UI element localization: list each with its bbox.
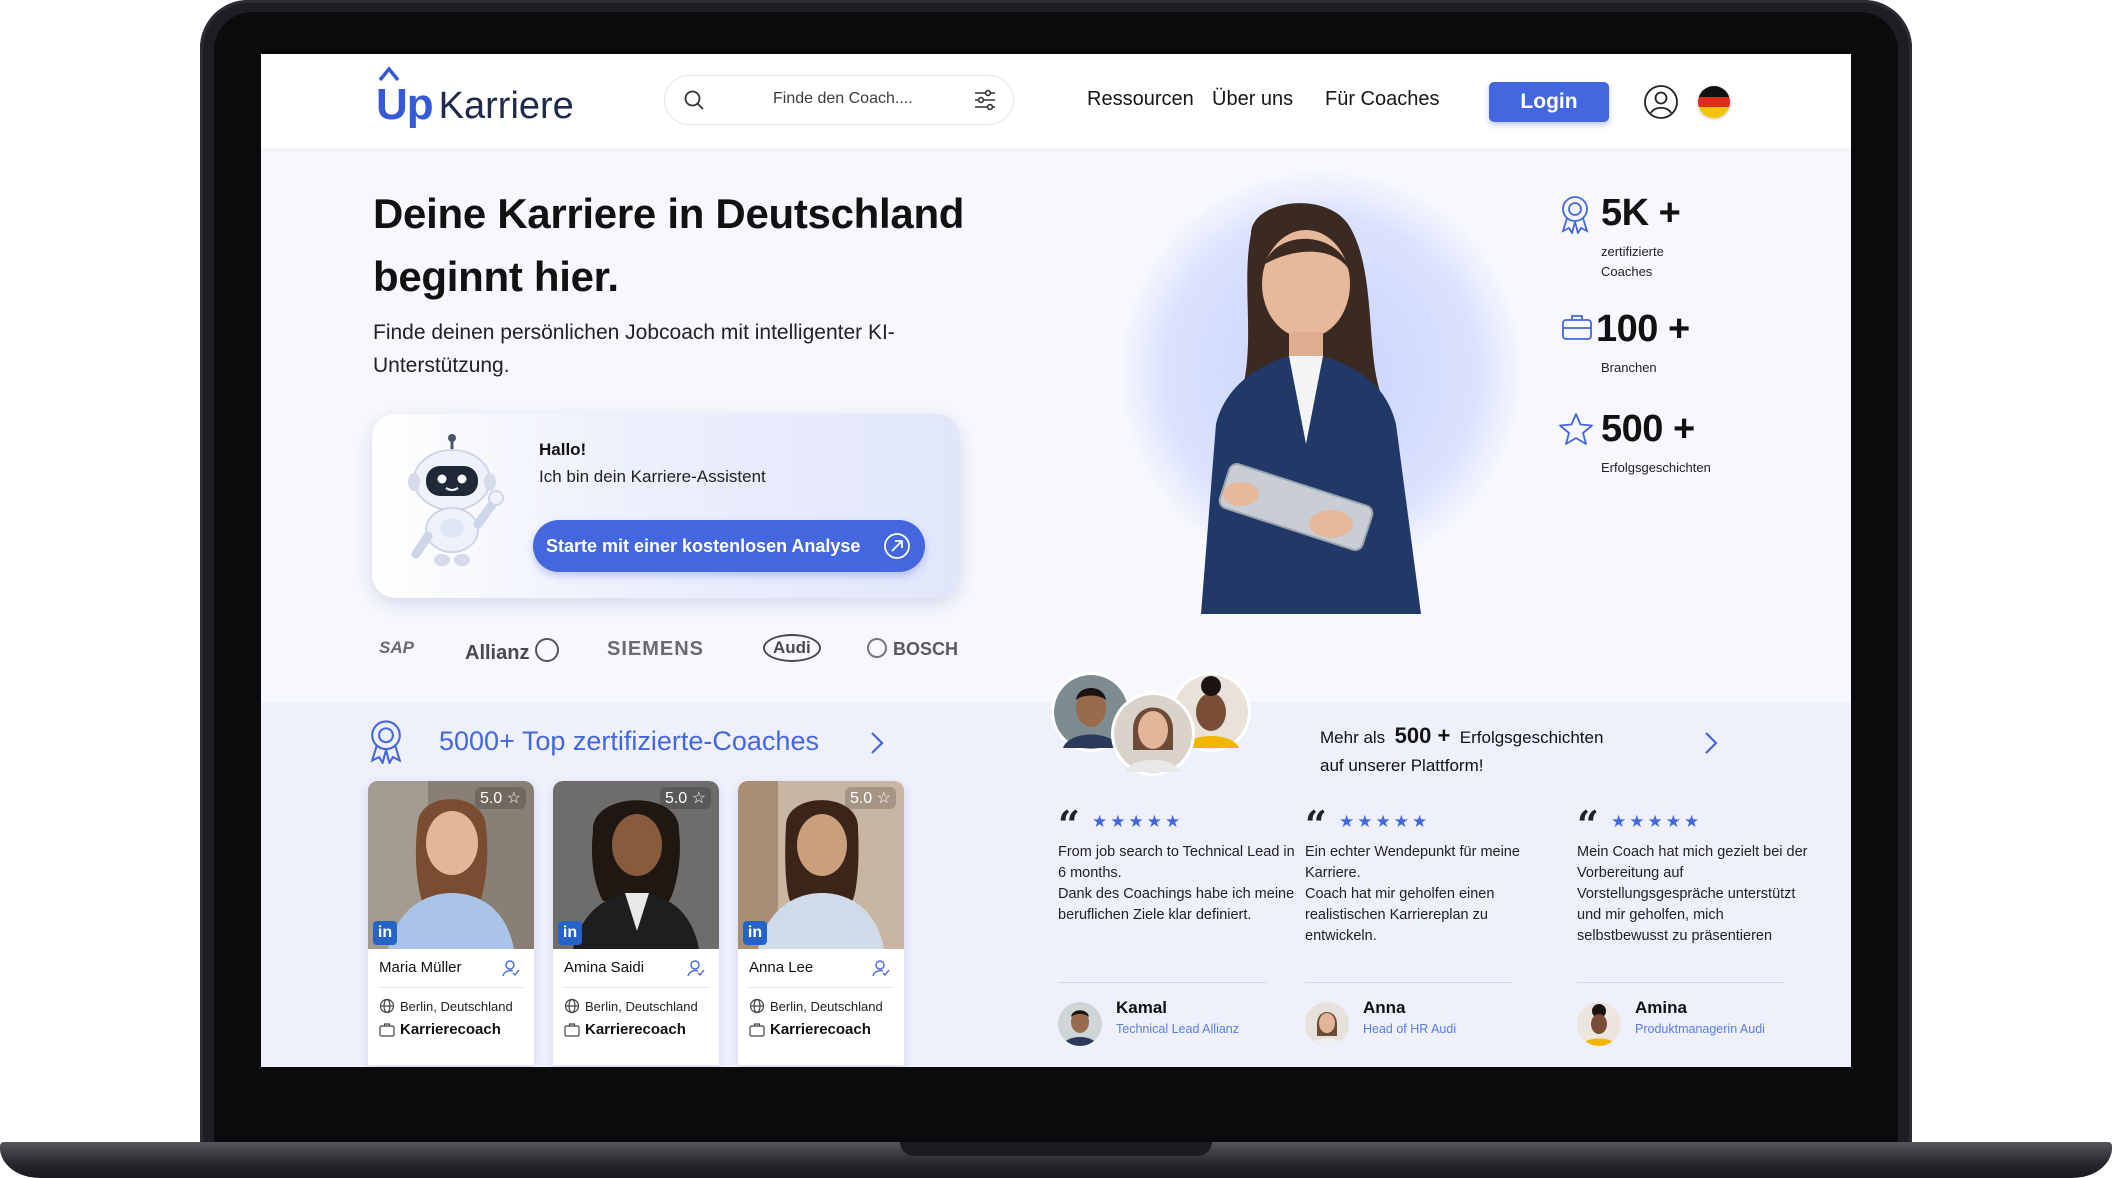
stat-erfolg-value: 500 + — [1601, 408, 1695, 450]
brand-audi-logo: Audi — [763, 634, 821, 662]
globe-icon — [379, 998, 395, 1014]
testimonial-divider — [1058, 982, 1266, 983]
testimonial-divider — [1577, 982, 1785, 983]
robot-assistant-icon — [408, 434, 504, 566]
hero-subtitle: Finde deinen persönlichen Jobcoach mit i… — [373, 321, 895, 377]
brand-allianz-logo: Allianz — [465, 638, 560, 665]
coach-role: Karrierecoach — [585, 1021, 686, 1038]
brand-sap-logo: SAP — [379, 638, 414, 657]
certified-coaches-icon — [370, 720, 402, 764]
coach-name: Anna Lee — [749, 959, 814, 976]
user-account-icon[interactable] — [1643, 84, 1679, 120]
website-screen: Up Karriere Finde den Coach.... Ressourc… — [261, 54, 1851, 1067]
search-icon — [684, 90, 704, 110]
coach-card[interactable]: 5.0 ☆ in Anna Lee Berlin, Deutschland Ka… — [738, 781, 904, 1065]
brand-siemens-logo: SIEMENS — [607, 638, 705, 660]
brand-bosch-logo: BOSCH — [867, 638, 958, 660]
rating-stars: ★★★★★ — [1092, 812, 1184, 831]
stat-coaches-label: zertifizierte Coaches — [1601, 244, 1664, 279]
stat-coaches-value: 5K + — [1601, 192, 1681, 234]
card-divider — [748, 987, 894, 988]
testimonial-divider — [1305, 982, 1513, 983]
assistant-greeting: Hallo! — [539, 440, 587, 459]
profile-check-icon[interactable] — [687, 959, 705, 977]
testimonial-text: From job search to Technical Lead in 6 m… — [1058, 844, 1295, 923]
search-placeholder[interactable]: Finde den Coach.... — [773, 90, 913, 108]
nav-ressourcen[interactable]: Ressourcen — [1087, 88, 1194, 111]
de-flag-icon[interactable] — [1698, 86, 1730, 118]
testimonial-avatar — [1058, 1002, 1102, 1046]
nav-ueber-uns[interactable]: Über uns — [1212, 88, 1293, 111]
rating-badge: 5.0 ☆ — [844, 787, 896, 809]
hero-coach-photo — [1201, 203, 1421, 614]
coaches-section-title[interactable]: 5000+ Top zertifizierte-Coaches — [439, 726, 819, 757]
profile-check-icon[interactable] — [502, 959, 520, 977]
success-avatars — [1051, 672, 1251, 776]
quote-icon: “ — [1577, 802, 1599, 847]
chevron-right-icon[interactable] — [1703, 730, 1719, 756]
stat-branchen-label: Branchen — [1601, 360, 1657, 375]
profile-check-icon[interactable] — [872, 959, 890, 977]
quote-icon: “ — [1305, 802, 1327, 847]
briefcase-icon — [749, 1023, 765, 1037]
stat-branchen-value: 100 + — [1596, 308, 1690, 350]
coach-card[interactable]: 5.0 ☆ in Amina Saidi Berlin, Deutschland… — [553, 781, 719, 1065]
logo-name: Karriere — [438, 85, 574, 127]
card-divider — [378, 987, 524, 988]
coach-card[interactable]: 5.0 ☆ in Maria Müller Berlin, Deutschlan… — [368, 781, 534, 1065]
rating-stars: ★★★★★ — [1339, 812, 1431, 831]
filter-icon[interactable] — [973, 89, 997, 111]
chevron-right-icon[interactable] — [869, 730, 885, 756]
rating-badge: 5.0 ☆ — [659, 787, 711, 809]
testimonial-text: Mein Coach hat mich gezielt bei der Vorb… — [1577, 844, 1808, 944]
testimonial-avatar — [1577, 1002, 1621, 1046]
testimonial-name: Amina — [1635, 998, 1687, 1017]
hero-title: Deine Karriere in Deutschland beginnt hi… — [373, 190, 965, 300]
testimonial-role: Technical Lead Allianz — [1116, 1022, 1239, 1036]
testimonial-name: Anna — [1363, 998, 1406, 1017]
briefcase-icon — [1562, 315, 1592, 340]
start-analysis-label: Starte mit einer kostenlosen Analyse — [546, 536, 861, 556]
linkedin-icon[interactable]: in — [373, 921, 397, 945]
assistant-card: Hallo! Ich bin dein Karriere-Assistent S… — [372, 414, 960, 598]
start-analysis-button[interactable]: Starte mit einer kostenlosen Analyse — [533, 520, 925, 572]
logo-up: Up — [376, 66, 434, 130]
coach-search[interactable]: Finde den Coach.... — [664, 75, 1014, 125]
testimonial-text: Ein echter Wendepunkt für meine Karriere… — [1305, 844, 1520, 944]
globe-icon — [749, 998, 765, 1014]
coach-role: Karrierecoach — [400, 1021, 501, 1038]
briefcase-icon — [379, 1023, 395, 1037]
coach-location: Berlin, Deutschland — [585, 999, 698, 1014]
logo[interactable]: Up Karriere — [376, 66, 574, 130]
coach-role: Karrierecoach — [770, 1021, 871, 1038]
testimonial-role: Head of HR Audi — [1363, 1022, 1457, 1036]
testimonials-intro: Mehr als 500 + Erfolgsgeschichten auf un… — [1320, 723, 1604, 775]
coach-name: Maria Müller — [379, 959, 462, 976]
quote-icon: “ — [1058, 802, 1080, 847]
site-header: Up Karriere Finde den Coach.... Ressourc… — [261, 54, 1851, 148]
coach-location: Berlin, Deutschland — [770, 999, 883, 1014]
rating-badge: 5.0 ☆ — [474, 787, 526, 809]
logo-arrow-icon — [378, 66, 400, 82]
briefcase-icon — [564, 1023, 580, 1037]
arrow-up-right-icon — [884, 533, 910, 559]
globe-icon — [564, 998, 580, 1014]
rating-stars: ★★★★★ — [1611, 812, 1703, 831]
testimonial-avatar — [1305, 1002, 1349, 1046]
linkedin-icon[interactable]: in — [743, 921, 767, 945]
star-icon — [1559, 413, 1593, 445]
award-icon — [1561, 196, 1589, 234]
testimonial-name: Kamal — [1116, 998, 1168, 1017]
stat-erfolg-label: Erfolgsgeschichten — [1601, 460, 1711, 475]
coach-name: Amina Saidi — [564, 959, 645, 976]
assistant-text: Ich bin dein Karriere-Assistent — [539, 467, 766, 486]
card-divider — [563, 987, 709, 988]
coach-location: Berlin, Deutschland — [400, 999, 513, 1014]
nav-fuer-coaches[interactable]: Für Coaches — [1325, 88, 1440, 111]
laptop-notch — [900, 1142, 1212, 1156]
testimonial-role: Produktmanagerin Audi — [1635, 1022, 1765, 1036]
login-button[interactable]: Login — [1489, 82, 1609, 122]
linkedin-icon[interactable]: in — [558, 921, 582, 945]
